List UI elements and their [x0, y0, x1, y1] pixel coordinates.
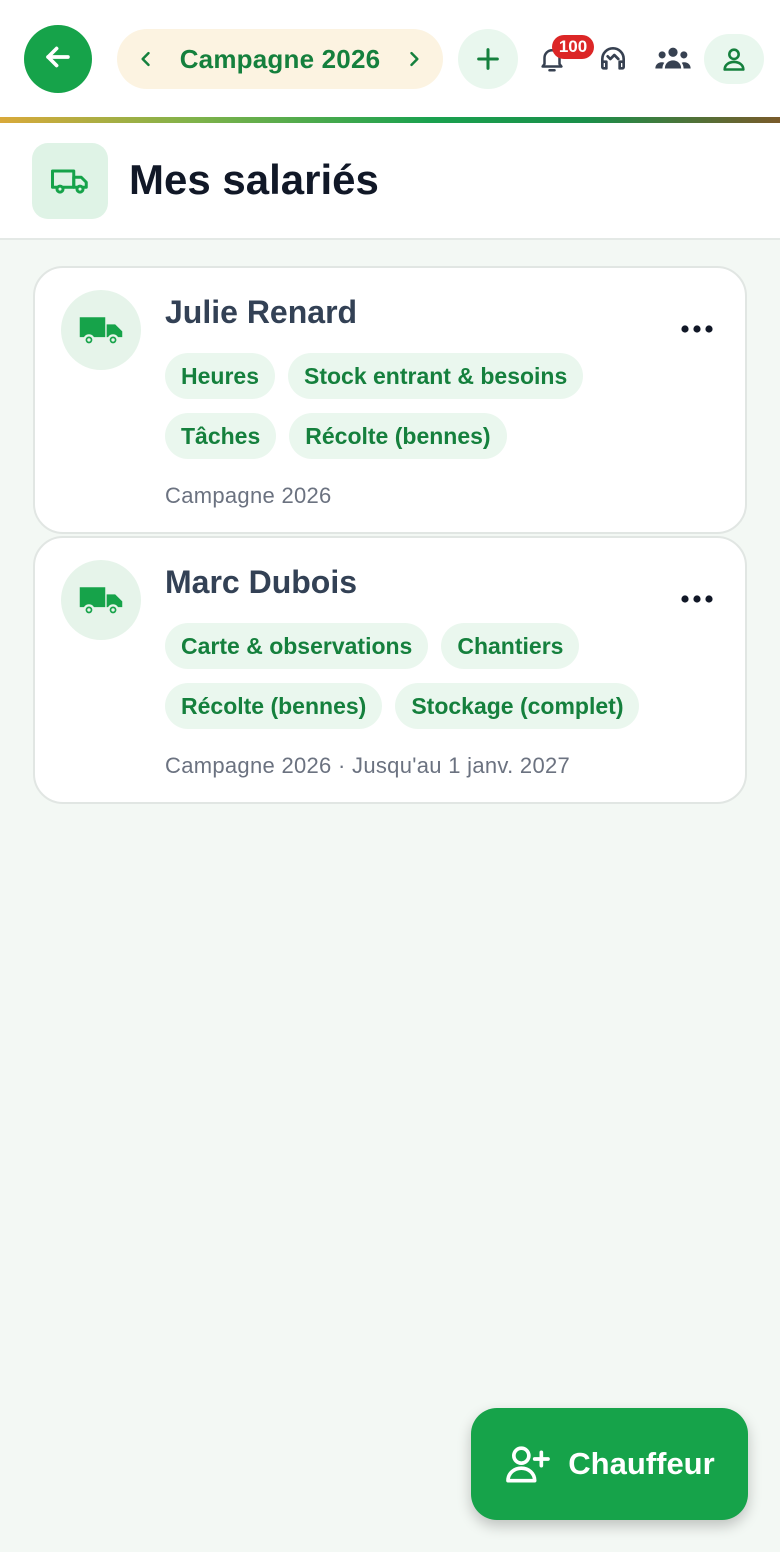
permission-chip: Récolte (bennes)	[289, 413, 507, 459]
top-app-bar: Campagne 2026 100	[0, 0, 780, 118]
season-label[interactable]: Campagne 2026	[180, 44, 381, 75]
more-options-button[interactable]	[677, 584, 717, 614]
page-header: Mes salariés	[0, 123, 780, 240]
employee-avatar	[61, 560, 141, 640]
support-button[interactable]	[592, 38, 634, 80]
plus-icon	[477, 48, 499, 70]
more-horizontal-icon	[681, 595, 713, 603]
permission-chip: Carte & observations	[165, 623, 429, 669]
more-options-button[interactable]	[677, 314, 717, 344]
profile-button[interactable]	[704, 34, 764, 84]
permission-chip: Stockage (complet)	[395, 683, 640, 729]
more-horizontal-icon	[681, 325, 713, 333]
headset-icon	[601, 47, 625, 70]
employee-period: Campagne 2026	[165, 483, 332, 508]
permission-chip: Chantiers	[441, 623, 580, 669]
employee-period: Campagne 2026 · Jusqu'au 1 janv. 2027	[165, 753, 571, 778]
truck-icon	[79, 587, 123, 616]
permission-chips: Heures Stock entrant & besoins Tâches Récol…	[165, 353, 685, 473]
back-button[interactable]	[24, 25, 92, 93]
add-driver-label: Chauffeur	[568, 1446, 715, 1481]
employee-card[interactable]: Marc Dubois Carte & observations Chantiers…	[33, 536, 747, 804]
employee-name: Julie Renard	[165, 294, 358, 330]
add-button[interactable]	[458, 29, 518, 89]
permission-chip: Tâches	[165, 413, 277, 459]
permission-chip: Stock entrant & besoins	[287, 353, 584, 399]
users-icon	[655, 47, 691, 69]
season-selector: Campagne 2026	[117, 29, 443, 89]
user-plus-icon	[506, 1446, 551, 1483]
user-icon	[723, 48, 745, 71]
notification-count-badge: 100	[552, 35, 594, 59]
truck-icon	[79, 317, 123, 346]
employee-name: Marc Dubois	[165, 564, 358, 600]
truck-icon	[51, 169, 88, 194]
permission-chip: Heures	[165, 353, 275, 399]
page-title: Mes salariés	[129, 156, 379, 203]
team-button[interactable]	[652, 38, 694, 80]
header-icon-box	[32, 143, 108, 219]
chevron-right-icon	[410, 51, 419, 67]
next-season-button[interactable]	[403, 48, 425, 70]
add-driver-button[interactable]: Chauffeur	[471, 1408, 748, 1520]
employee-avatar	[61, 290, 141, 370]
arrow-left-icon	[41, 40, 75, 79]
permission-chips: Carte & observations Chantiers Récolte (be…	[165, 623, 685, 743]
employee-card[interactable]: Julie Renard Heures Stock entrant & besoin…	[33, 266, 747, 534]
chevron-left-icon	[141, 51, 150, 67]
permission-chip: Récolte (bennes)	[165, 683, 383, 729]
previous-season-button[interactable]	[135, 48, 157, 70]
